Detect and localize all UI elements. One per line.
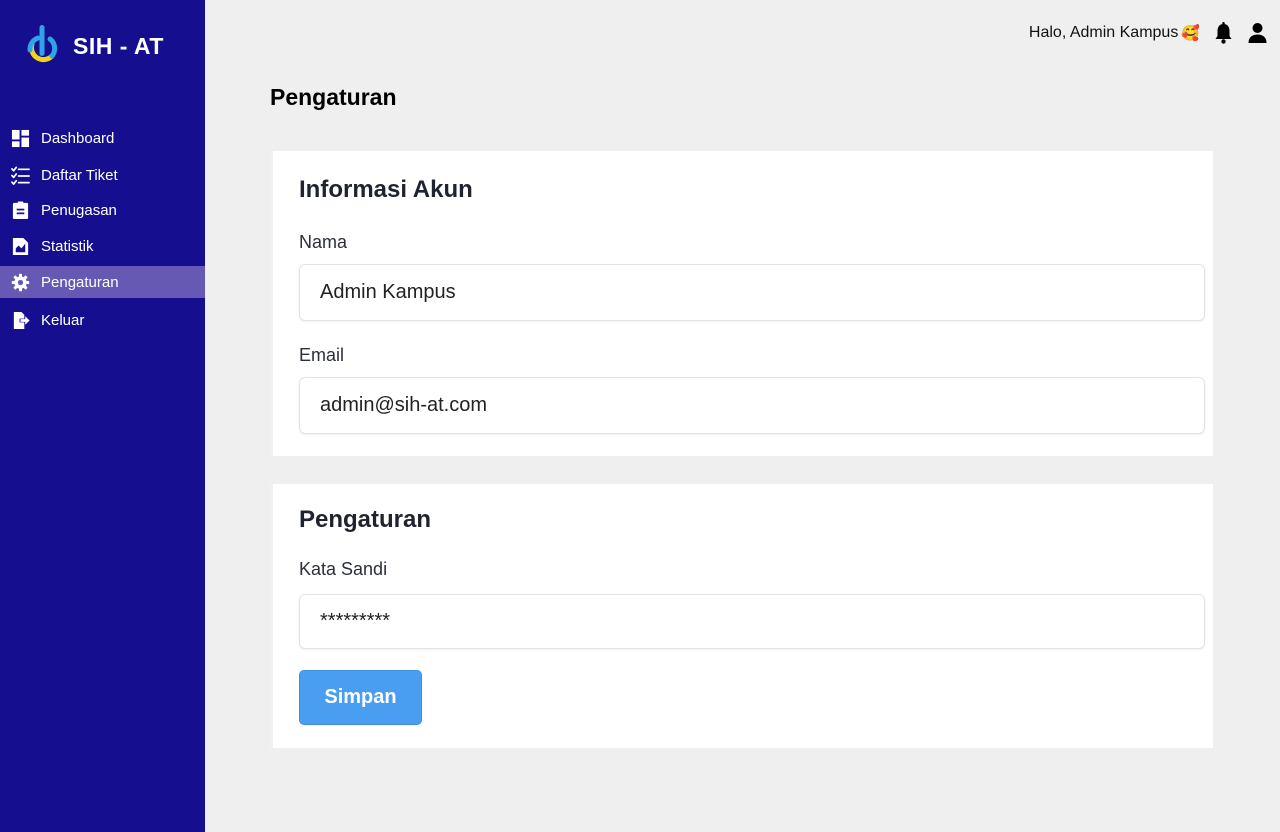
sidebar-item-penugasan[interactable]: Penugasan — [0, 194, 205, 226]
sidebar-item-pengaturan[interactable]: Pengaturan — [0, 266, 205, 298]
sidebar-item-label: Statistik — [41, 237, 94, 255]
gear-icon — [10, 272, 30, 292]
brand[interactable]: SIH - AT — [22, 24, 164, 68]
email-input[interactable] — [299, 377, 1205, 434]
greeting-text: Halo, Admin Kampus — [1028, 24, 1179, 41]
sidebar-item-label: Pengaturan — [41, 273, 119, 291]
checklist-icon — [10, 165, 30, 185]
clipboard-icon — [10, 200, 30, 220]
sidebar-item-daftar-tiket[interactable]: Daftar Tiket — [0, 159, 205, 191]
settings-card-title: Pengaturan — [299, 506, 432, 533]
settings-card: Pengaturan Kata Sandi Simpan — [270, 484, 1213, 748]
dashboard-icon — [10, 128, 30, 148]
bell-icon[interactable] — [1212, 21, 1234, 45]
brand-logo-icon — [27, 25, 58, 63]
sidebar-item-statistik[interactable]: Statistik — [0, 230, 205, 262]
chart-file-icon — [10, 236, 30, 256]
app-root: SIH - AT Dashboard Daftar Tiket Penugasa… — [0, 0, 1280, 832]
name-label: Nama — [299, 232, 348, 252]
sidebar: SIH - AT Dashboard Daftar Tiket Penugasa… — [0, 0, 205, 832]
password-input[interactable] — [299, 594, 1205, 649]
sidebar-item-keluar[interactable]: Keluar — [0, 304, 205, 336]
email-label: Email — [299, 345, 345, 365]
account-card-title: Informasi Akun — [299, 176, 473, 203]
brand-name: SIH - AT — [73, 32, 164, 59]
account-info-card: Informasi Akun Nama Email — [270, 151, 1213, 456]
logout-icon — [10, 310, 30, 330]
sidebar-item-label: Keluar — [41, 311, 85, 329]
password-label: Kata Sandi — [299, 559, 388, 579]
topbar: Halo, Admin Kampus 🥰 — [1029, 20, 1268, 46]
sidebar-item-dashboard[interactable]: Dashboard — [0, 122, 205, 154]
user-icon[interactable] — [1246, 21, 1268, 45]
sidebar-item-label: Dashboard — [41, 129, 115, 147]
sidebar-item-label: Penugasan — [41, 201, 117, 219]
page-title: Pengaturan — [270, 84, 397, 110]
name-input[interactable] — [299, 264, 1205, 321]
greeting-emoji: 🥰 — [1181, 25, 1200, 42]
save-button[interactable]: Simpan — [299, 670, 422, 725]
sidebar-item-label: Daftar Tiket — [41, 166, 118, 184]
